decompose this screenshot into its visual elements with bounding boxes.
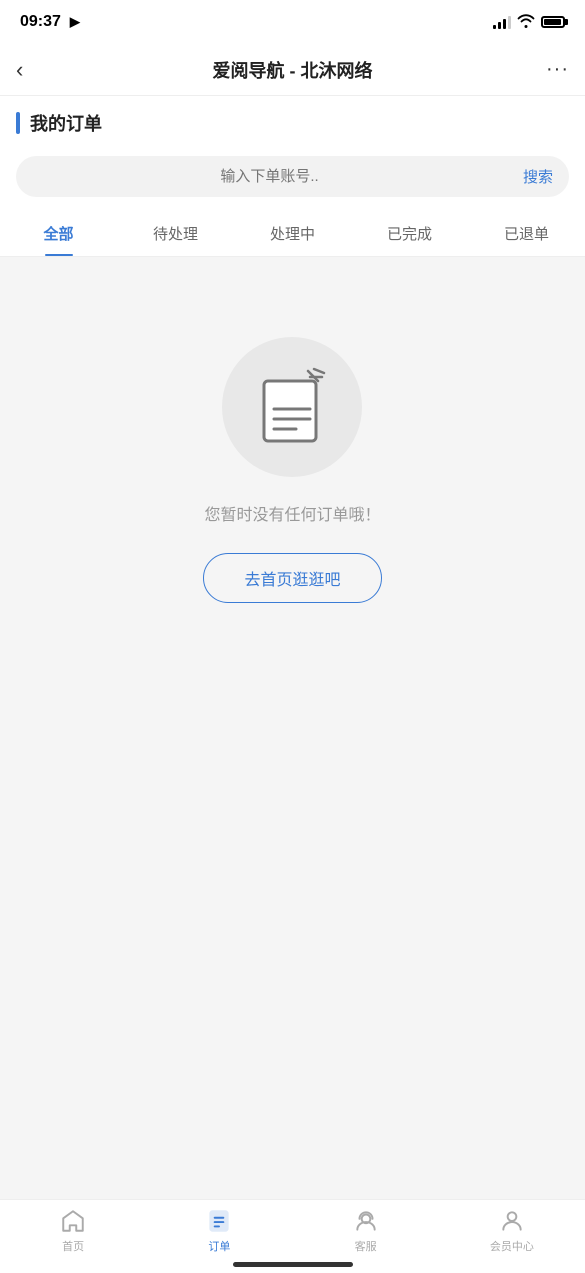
wifi-icon <box>517 14 535 31</box>
empty-text: 您暂时没有任何订单哦！ <box>204 501 380 525</box>
service-icon <box>353 1208 379 1234</box>
page-header: 我的订单 <box>0 96 585 146</box>
member-icon <box>499 1208 525 1234</box>
tab-pending[interactable]: 待处理 <box>117 211 234 256</box>
search-input[interactable] <box>32 168 507 185</box>
tabs-row: 全部 待处理 处理中 已完成 已退单 <box>0 211 585 256</box>
search-bar: 搜索 <box>16 156 569 197</box>
more-button[interactable]: ··· <box>529 58 569 81</box>
empty-state: 您暂时没有任何订单哦！ 去首页逛逛吧 <box>203 337 381 603</box>
tab-all[interactable]: 全部 <box>0 211 117 256</box>
status-time: 09:37 ▶ <box>20 13 80 31</box>
battery-icon <box>541 16 565 28</box>
bottom-nav-member-label: 会员中心 <box>490 1238 534 1254</box>
bottom-nav-home[interactable]: 首页 <box>0 1208 146 1254</box>
main-content: 您暂时没有任何订单哦！ 去首页逛逛吧 <box>0 257 585 877</box>
tab-processing[interactable]: 处理中 <box>234 211 351 256</box>
bottom-nav-home-label: 首页 <box>62 1238 84 1254</box>
header-accent <box>16 112 20 134</box>
bottom-nav-orders-label: 订单 <box>208 1238 230 1254</box>
home-icon <box>60 1208 86 1234</box>
bottom-nav-service[interactable]: 客服 <box>293 1208 439 1254</box>
tab-cancelled[interactable]: 已退单 <box>468 211 585 256</box>
orders-icon <box>206 1208 232 1234</box>
goto-home-button[interactable]: 去首页逛逛吧 <box>203 553 381 603</box>
status-bar: 09:37 ▶ <box>0 0 585 44</box>
back-button[interactable]: ‹ <box>16 57 56 83</box>
signal-icon <box>493 15 511 29</box>
tabs-section: 全部 待处理 处理中 已完成 已退单 <box>0 211 585 257</box>
status-icons <box>493 14 565 31</box>
tab-completed[interactable]: 已完成 <box>351 211 468 256</box>
page-title: 我的订单 <box>30 110 102 136</box>
bottom-nav-member[interactable]: 会员中心 <box>439 1208 585 1254</box>
empty-icon-circle <box>222 337 362 477</box>
bottom-nav-orders[interactable]: 订单 <box>146 1208 292 1254</box>
empty-document-icon <box>256 367 328 447</box>
home-indicator <box>233 1262 353 1267</box>
bottom-nav-service-label: 客服 <box>355 1238 377 1254</box>
search-button[interactable]: 搜索 <box>523 166 553 187</box>
nav-title: 爱阅导航 - 北沐网络 <box>56 57 529 83</box>
search-section: 搜索 <box>0 146 585 211</box>
nav-bar: ‹ 爱阅导航 - 北沐网络 ··· <box>0 44 585 96</box>
